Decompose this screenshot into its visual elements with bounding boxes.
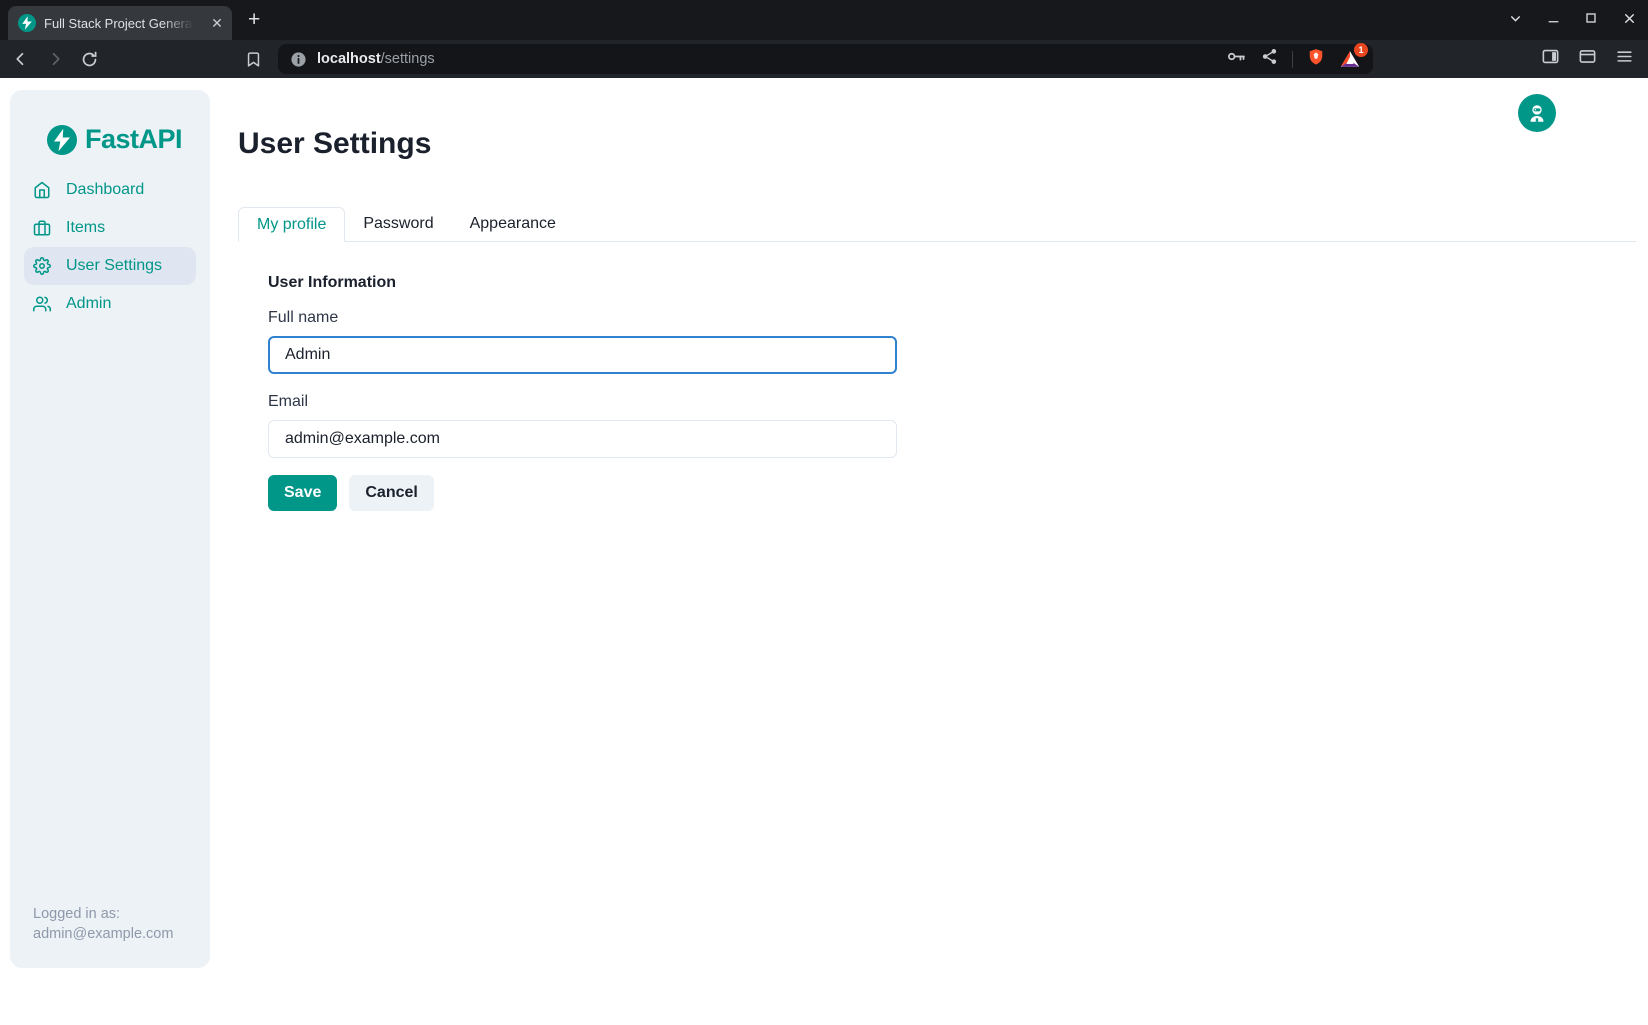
form-actions: Save Cancel xyxy=(268,475,1636,511)
tab-search-chevron-icon[interactable] xyxy=(1506,9,1524,27)
sidebar-item-dashboard[interactable]: Dashboard xyxy=(24,171,196,209)
browser-tab[interactable]: Full Stack Project Genera ✕ xyxy=(8,6,232,40)
tab-appearance[interactable]: Appearance xyxy=(452,207,574,241)
sidebar-item-user-settings[interactable]: User Settings xyxy=(24,247,196,285)
browser-tab-strip: Full Stack Project Genera ✕ + xyxy=(0,0,1648,40)
key-icon[interactable] xyxy=(1226,46,1247,72)
main-content: User Settings My profile Password Appear… xyxy=(238,78,1636,511)
sidebar-item-items[interactable]: Items xyxy=(24,209,196,247)
browser-toolbar: localhost/settings 1 xyxy=(0,40,1648,78)
full-name-label: Full name xyxy=(268,308,1636,328)
users-icon xyxy=(33,295,51,313)
window-maximize-icon[interactable] xyxy=(1582,9,1600,27)
page-title: User Settings xyxy=(238,127,1636,161)
sidebar-toggle-icon[interactable] xyxy=(1541,47,1560,71)
gear-icon xyxy=(33,257,51,275)
bookmark-icon[interactable] xyxy=(242,48,264,70)
site-info-icon[interactable] xyxy=(290,51,307,68)
sidebar-item-label: Items xyxy=(66,219,105,237)
logged-in-label: Logged in as: xyxy=(33,904,196,924)
back-icon[interactable] xyxy=(10,48,32,70)
url-path: /settings xyxy=(381,51,435,67)
sidebar-nav: Dashboard Items User Settings Admin xyxy=(10,171,210,323)
sidebar-item-label: Dashboard xyxy=(66,181,144,199)
sidebar: FastAPI Dashboard Items User Settings Ad… xyxy=(10,90,210,968)
user-astronaut-icon xyxy=(1526,102,1548,124)
home-icon xyxy=(33,181,51,199)
url-host: localhost xyxy=(317,51,381,67)
email-input[interactable] xyxy=(268,420,897,458)
logo-text: FastAPI xyxy=(85,124,182,155)
section-title: User Information xyxy=(268,273,1636,293)
tab-title-fade xyxy=(162,6,204,40)
email-label: Email xyxy=(268,392,1636,412)
share-icon[interactable] xyxy=(1260,47,1279,71)
brave-shield-icon[interactable] xyxy=(1306,47,1326,72)
user-menu-button[interactable] xyxy=(1518,94,1556,132)
sidebar-item-label: User Settings xyxy=(66,257,162,275)
window-minimize-icon[interactable] xyxy=(1544,9,1562,27)
logged-in-email: admin@example.com xyxy=(33,924,196,944)
fastapi-logo-icon xyxy=(47,125,77,155)
menu-icon[interactable] xyxy=(1615,47,1634,71)
profile-panel: User Information Full name Email Save Ca… xyxy=(238,273,1636,511)
cancel-button[interactable]: Cancel xyxy=(349,475,433,511)
rewards-badge: 1 xyxy=(1354,43,1368,57)
fastapi-favicon-icon xyxy=(18,14,36,32)
new-tab-icon[interactable]: + xyxy=(248,9,260,32)
brave-rewards-icon[interactable]: 1 xyxy=(1339,48,1361,70)
wallet-icon[interactable] xyxy=(1578,47,1597,71)
window-close-icon[interactable] xyxy=(1620,9,1638,27)
briefcase-icon xyxy=(33,219,51,237)
settings-tabs: My profile Password Appearance xyxy=(238,207,1636,242)
tab-my-profile[interactable]: My profile xyxy=(238,207,345,242)
tab-password[interactable]: Password xyxy=(345,207,451,241)
tab-close-icon[interactable]: ✕ xyxy=(208,14,226,32)
fastapi-logo: FastAPI xyxy=(47,124,210,155)
app-page: FastAPI Dashboard Items User Settings Ad… xyxy=(0,78,1648,1025)
save-button[interactable]: Save xyxy=(268,475,337,511)
toolbar-divider xyxy=(1292,51,1293,68)
forward-icon[interactable] xyxy=(44,48,66,70)
sidebar-item-admin[interactable]: Admin xyxy=(24,285,196,323)
url-text: localhost/settings xyxy=(317,51,435,67)
logged-in-footer: Logged in as: admin@example.com xyxy=(10,904,210,968)
sidebar-item-label: Admin xyxy=(66,295,111,313)
full-name-input[interactable] xyxy=(268,336,897,374)
reload-icon[interactable] xyxy=(78,48,100,70)
url-bar[interactable]: localhost/settings 1 xyxy=(278,44,1373,74)
